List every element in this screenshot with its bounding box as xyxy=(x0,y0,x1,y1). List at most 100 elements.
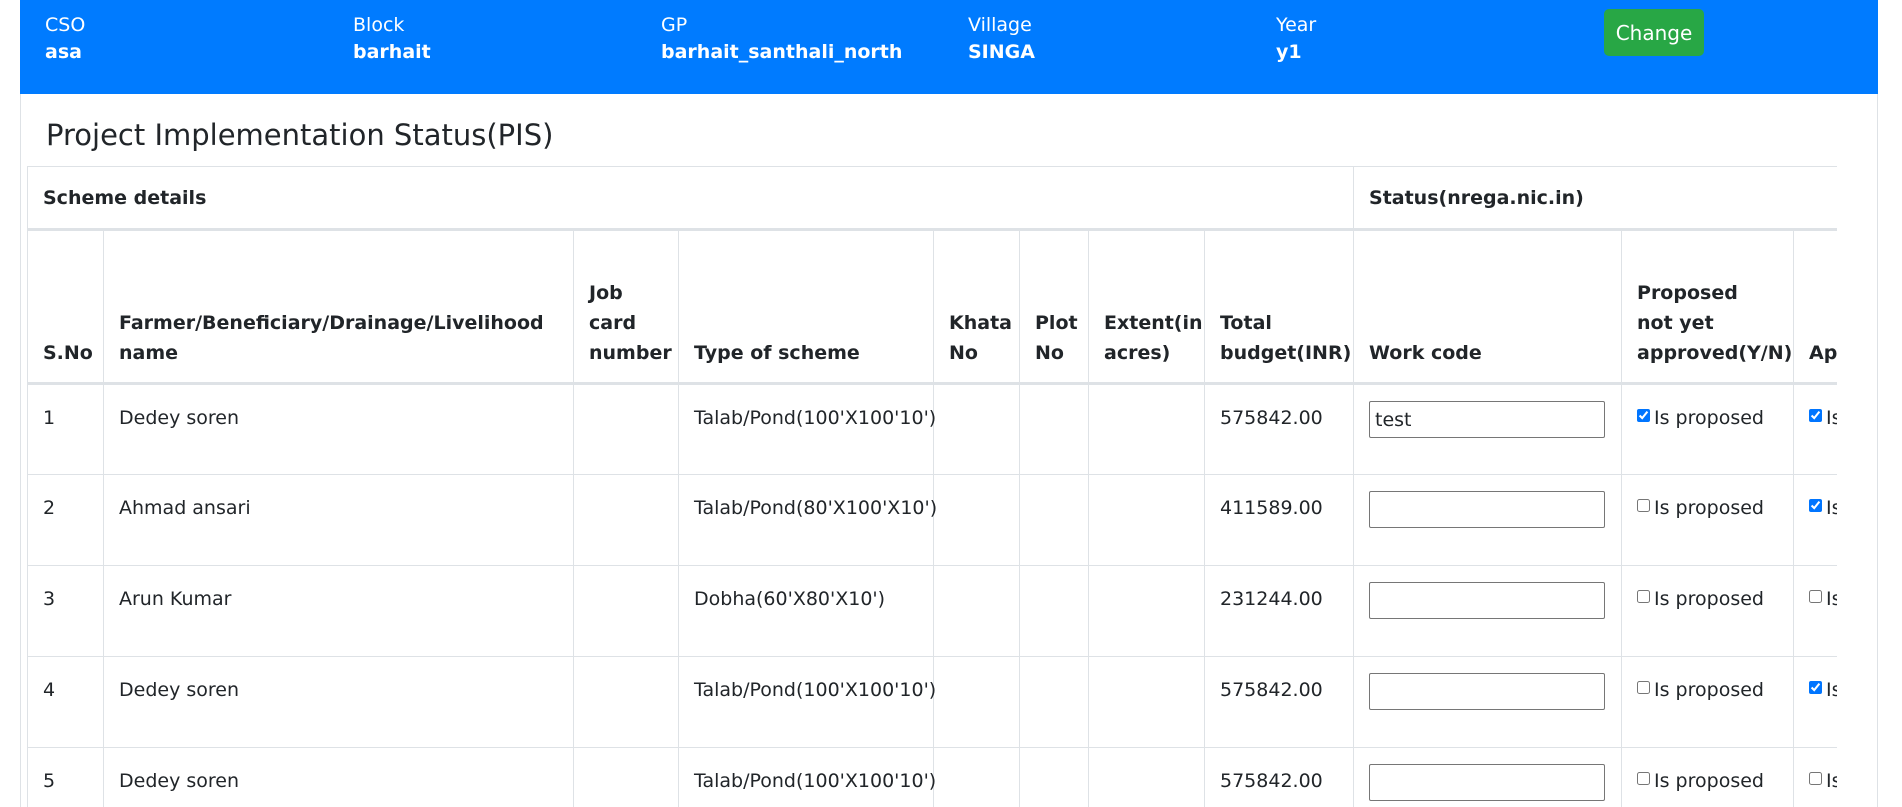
approved-checkbox-label: Is Approved xyxy=(1826,588,1837,610)
cell-plot xyxy=(1019,474,1089,566)
cell-scheme-type: Talab/Pond(100'X100'10') xyxy=(678,383,936,475)
cell-scheme-type: Talab/Pond(100'X100'10') xyxy=(678,747,936,807)
cell-sno: 5 xyxy=(27,747,104,807)
proposed-checkbox[interactable] xyxy=(1637,409,1651,422)
work-code-input[interactable] xyxy=(1369,491,1606,528)
cell-proposed: Is proposed xyxy=(1621,383,1795,475)
cell-budget: 575842.00 xyxy=(1203,747,1355,807)
table-body: 1 Dedey soren Talab/Pond(100'X100'10') 5… xyxy=(27,383,1837,807)
col-header-extent: Extent(in acres) xyxy=(1088,229,1205,385)
cell-budget: 575842.00 xyxy=(1203,656,1355,748)
cell-sno: 3 xyxy=(27,565,104,657)
work-code-input[interactable] xyxy=(1369,401,1606,438)
year-label: Year xyxy=(1276,14,1317,36)
cell-proposed: Is proposed xyxy=(1621,747,1795,807)
cell-plot xyxy=(1019,747,1089,807)
proposed-checkbox[interactable] xyxy=(1637,590,1651,603)
table-group-header-row: Scheme details Status(nrega.nic.in) xyxy=(27,166,1837,231)
approved-checkbox[interactable] xyxy=(1809,681,1823,694)
cell-khata xyxy=(933,565,1020,657)
cell-approved: Is Approved xyxy=(1793,474,1837,566)
gp-value: barhait_santhali_north xyxy=(661,41,903,63)
cell-name: Ahmad ansari xyxy=(103,474,574,566)
cell-khata xyxy=(933,383,1020,475)
cell-plot xyxy=(1019,565,1089,657)
cell-name: Dedey soren xyxy=(103,656,574,748)
col-header-proposed: Proposed not yet approved(Y/N) xyxy=(1621,229,1795,385)
cell-plot xyxy=(1019,383,1089,475)
col-header-work-code: Work code xyxy=(1353,229,1623,385)
group-header-scheme-details: Scheme details xyxy=(27,166,1355,231)
table-row: 2 Ahmad ansari Talab/Pond(80'X100'X10') … xyxy=(27,474,1837,566)
cell-extent xyxy=(1088,383,1205,475)
table-row: 5 Dedey soren Talab/Pond(100'X100'10') 5… xyxy=(27,747,1837,807)
village-info: Village SINGA xyxy=(968,13,1035,67)
approved-checkbox-label: Is Approved xyxy=(1826,770,1837,792)
approved-checkbox[interactable] xyxy=(1809,772,1823,785)
cell-sno: 4 xyxy=(27,656,104,748)
approved-checkbox-label: Is Approved xyxy=(1826,679,1837,701)
work-code-input[interactable] xyxy=(1369,764,1606,801)
cell-approved: Is Approved xyxy=(1793,565,1837,657)
proposed-checkbox-label: Is proposed xyxy=(1654,407,1764,429)
header-bar: CSO asa Block barhait GP barhait_santhal… xyxy=(20,0,1878,94)
cell-scheme-type: Dobha(60'X80'X10') xyxy=(678,565,934,657)
block-label: Block xyxy=(353,14,405,36)
cso-label: CSO xyxy=(45,14,86,36)
proposed-checkbox-label: Is proposed xyxy=(1654,497,1764,519)
cell-work-code xyxy=(1353,565,1623,657)
proposed-checkbox-label: Is proposed xyxy=(1654,679,1764,701)
gp-label: GP xyxy=(661,14,688,36)
col-header-scheme-type: Type of scheme xyxy=(678,229,934,385)
cell-approved: Is Approved xyxy=(1793,747,1837,807)
cell-name: Arun Kumar xyxy=(103,565,574,657)
col-header-budget: Total budget(INR) xyxy=(1203,229,1355,385)
cell-job-card xyxy=(573,565,679,657)
work-code-input[interactable] xyxy=(1369,673,1606,710)
table-scroll-container[interactable]: Scheme details Status(nrega.nic.in) S.No… xyxy=(27,166,1837,807)
block-info: Block barhait xyxy=(353,13,431,67)
cell-work-code xyxy=(1353,747,1623,807)
approved-checkbox[interactable] xyxy=(1809,499,1823,512)
col-header-approved: Approved not started xyxy=(1793,229,1837,385)
cell-proposed: Is proposed xyxy=(1621,565,1795,657)
cell-plot xyxy=(1019,656,1089,748)
proposed-checkbox-label: Is proposed xyxy=(1654,588,1764,610)
change-button[interactable]: Change xyxy=(1604,9,1704,56)
col-header-khata: Khata No xyxy=(933,229,1020,385)
approved-checkbox[interactable] xyxy=(1809,409,1823,422)
cell-approved: Is Approved xyxy=(1793,656,1837,748)
work-code-input[interactable] xyxy=(1369,582,1606,619)
proposed-checkbox[interactable] xyxy=(1637,499,1651,512)
cell-khata xyxy=(933,747,1020,807)
proposed-checkbox-label: Is proposed xyxy=(1654,770,1764,792)
cell-proposed: Is proposed xyxy=(1621,656,1795,748)
gp-info: GP barhait_santhali_north xyxy=(661,13,902,67)
cell-scheme-type: Talab/Pond(100'X100'10') xyxy=(678,656,936,748)
table-row: 4 Dedey soren Talab/Pond(100'X100'10') 5… xyxy=(27,656,1837,748)
group-header-status: Status(nrega.nic.in) xyxy=(1353,166,1837,231)
col-header-job-card: Job card number xyxy=(573,229,679,385)
village-value: SINGA xyxy=(968,41,1035,63)
cell-extent xyxy=(1088,565,1205,657)
cell-khata xyxy=(933,474,1020,566)
cell-approved: Is Approved xyxy=(1793,383,1837,475)
approved-checkbox[interactable] xyxy=(1809,590,1823,603)
year-info: Year y1 xyxy=(1276,13,1316,67)
cell-job-card xyxy=(573,747,679,807)
cell-sno: 1 xyxy=(27,383,104,475)
proposed-checkbox[interactable] xyxy=(1637,681,1651,694)
cso-value: asa xyxy=(45,41,82,63)
table-row: 1 Dedey soren Talab/Pond(100'X100'10') 5… xyxy=(27,383,1837,475)
cell-work-code xyxy=(1353,383,1623,475)
year-value: y1 xyxy=(1276,41,1302,63)
cso-info: CSO asa xyxy=(45,13,85,67)
proposed-checkbox[interactable] xyxy=(1637,772,1651,785)
approved-checkbox-label: Is Approved xyxy=(1826,497,1837,519)
cell-work-code xyxy=(1353,474,1623,566)
cell-budget: 411589.00 xyxy=(1203,474,1355,566)
col-header-plot: Plot No xyxy=(1019,229,1089,385)
page-title: Project Implementation Status(PIS) xyxy=(46,118,554,152)
cell-khata xyxy=(933,656,1020,748)
block-value: barhait xyxy=(353,41,431,63)
